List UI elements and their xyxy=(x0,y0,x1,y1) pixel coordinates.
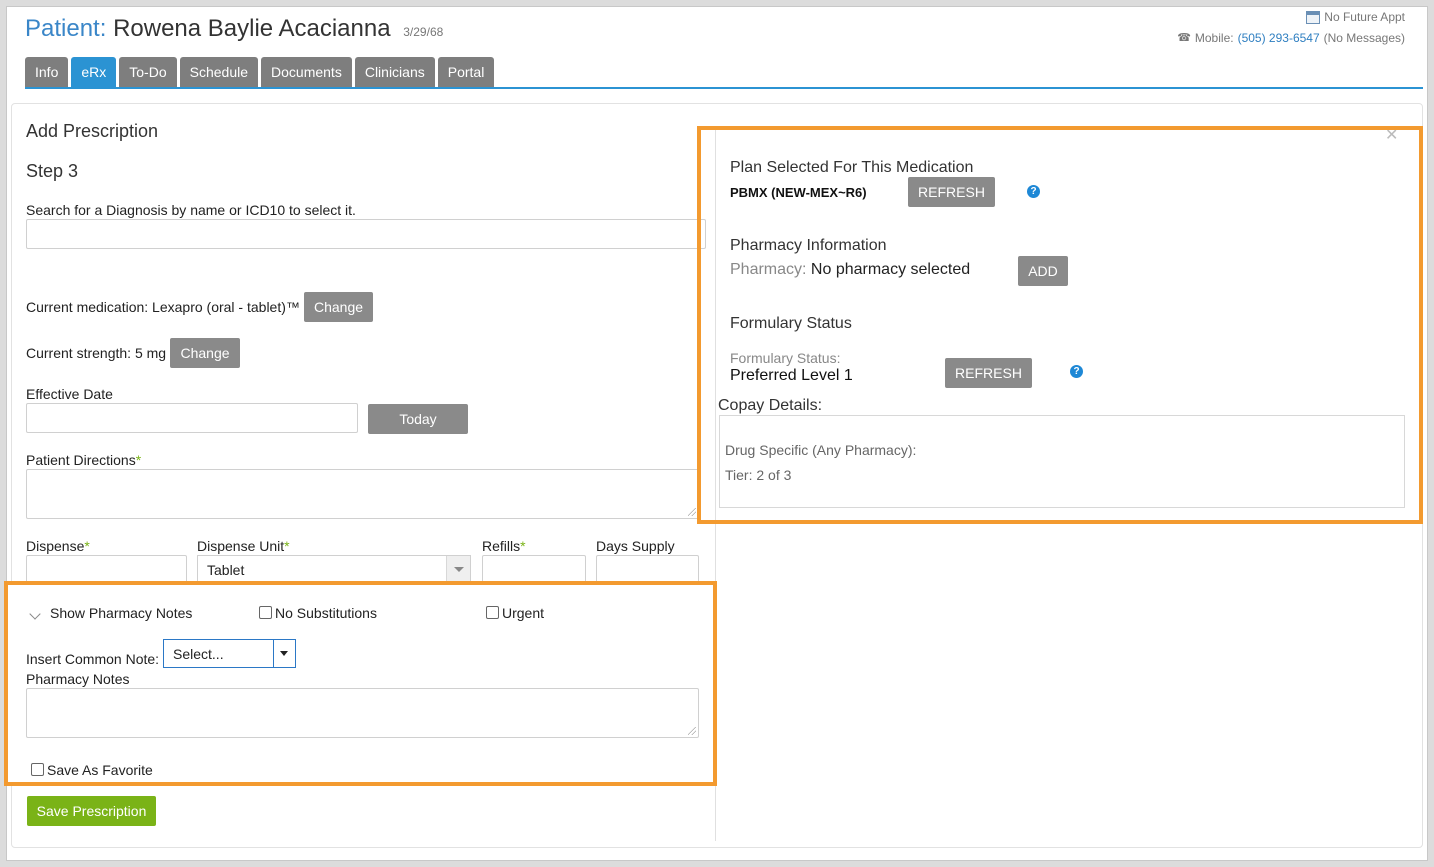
tab-clinicians[interactable]: Clinicians xyxy=(354,57,435,87)
app-window: Patient: Rowena Baylie Acacianna 3/29/68… xyxy=(4,6,1428,861)
urgent-checkbox[interactable] xyxy=(486,606,499,619)
required-mark: * xyxy=(84,538,90,554)
appt-status: No Future Appt xyxy=(1324,10,1405,24)
form-title: Add Prescription xyxy=(26,121,159,141)
formulary-status-value: Preferred Level 1 xyxy=(730,367,853,384)
tab-todo[interactable]: To-Do xyxy=(119,57,177,87)
tab-bar: Info eRx To-Do Schedule Documents Clinic… xyxy=(25,57,495,87)
dispense-unit-label: Dispense Unit* xyxy=(197,538,290,554)
copay-line-1: Drug Specific (Any Pharmacy): xyxy=(725,442,917,458)
pharmacy-notes-label: Pharmacy Notes xyxy=(26,671,130,687)
formulary-heading: Formulary Status xyxy=(730,315,852,332)
dispense-unit-select[interactable]: Tablet xyxy=(197,555,471,583)
mobile-label: Mobile: xyxy=(1194,31,1234,45)
tab-portal[interactable]: Portal xyxy=(437,57,495,87)
show-pharmacy-notes-toggle[interactable]: Show Pharmacy Notes xyxy=(50,605,192,621)
dispense-unit-text: Dispense Unit xyxy=(197,538,285,554)
tab-schedule[interactable]: Schedule xyxy=(179,57,259,87)
today-button[interactable]: Today xyxy=(368,404,468,434)
chevron-down-icon xyxy=(446,556,470,582)
common-note-value: Select... xyxy=(173,646,224,662)
diagnosis-search-input[interactable] xyxy=(26,219,706,249)
required-mark: * xyxy=(520,538,526,554)
pharmacy-notes-textarea[interactable] xyxy=(26,688,699,738)
dispense-input[interactable] xyxy=(26,555,187,583)
patient-name: Rowena Baylie Acacianna xyxy=(113,15,391,42)
effective-date-input[interactable] xyxy=(26,403,358,433)
days-supply-input[interactable] xyxy=(596,555,699,583)
current-strength-label: Current strength: 5 mg xyxy=(26,345,167,361)
header-info: No Future Appt ☎ Mobile: (505) 293-6547 … xyxy=(1177,7,1405,49)
patient-label: Patient: xyxy=(25,15,107,42)
tab-underline xyxy=(25,87,1423,89)
copay-line-2: Tier: 2 of 3 xyxy=(725,467,792,483)
no-substitutions-label: No Substitutions xyxy=(275,605,377,621)
pharmacy-value: No pharmacy selected xyxy=(810,261,971,278)
save-prescription-button[interactable]: Save Prescription xyxy=(27,796,156,826)
formulary-status-label: Formulary Status: xyxy=(730,350,841,366)
refills-input[interactable] xyxy=(482,555,586,583)
pharmacy-label: Pharmacy: xyxy=(730,261,807,278)
effective-date-label: Effective Date xyxy=(26,386,113,402)
resize-handle-icon[interactable] xyxy=(688,508,696,516)
formulary-refresh-button[interactable]: REFRESH xyxy=(945,358,1032,388)
mobile-number-link[interactable]: (505) 293-6547 xyxy=(1238,27,1320,49)
copay-details-box: Drug Specific (Any Pharmacy): Tier: 2 of… xyxy=(719,415,1405,508)
patient-directions-textarea[interactable] xyxy=(26,469,699,519)
tab-documents[interactable]: Documents xyxy=(261,57,352,87)
dispense-label: Dispense* xyxy=(26,538,90,554)
patient-dob: 3/29/68 xyxy=(403,25,444,39)
add-pharmacy-button[interactable]: ADD xyxy=(1018,256,1068,286)
plan-heading: Plan Selected For This Medication xyxy=(730,159,974,176)
plan-value: PBMX (NEW-MEX~R6) xyxy=(730,185,867,200)
formulary-help-icon[interactable]: ? xyxy=(1070,365,1083,378)
calendar-icon xyxy=(1306,10,1321,24)
refills-text: Refills xyxy=(482,538,521,554)
copay-heading: Copay Details: xyxy=(718,397,823,414)
step-label: Step 3 xyxy=(26,161,79,181)
required-mark: * xyxy=(284,538,290,554)
messages-status: (No Messages) xyxy=(1323,31,1405,45)
urgent-label: Urgent xyxy=(502,605,545,621)
patient-title: Patient: Rowena Baylie Acacianna 3/29/68 xyxy=(25,15,443,43)
save-as-favorite-checkbox[interactable] xyxy=(31,763,44,776)
no-substitutions-checkbox[interactable] xyxy=(259,606,272,619)
diagnosis-label: Search for a Diagnosis by name or ICD10 … xyxy=(26,202,356,218)
change-strength-button[interactable]: Change xyxy=(170,338,240,368)
pharmacy-line: Pharmacy: No pharmacy selected xyxy=(730,261,970,279)
phone-icon: ☎ xyxy=(1177,32,1191,44)
pharmacy-heading: Pharmacy Information xyxy=(730,237,887,254)
resize-handle-icon[interactable] xyxy=(688,727,696,735)
dispense-unit-value: Tablet xyxy=(207,562,245,578)
days-supply-label: Days Supply xyxy=(596,538,675,554)
save-as-favorite-label: Save As Favorite xyxy=(47,762,153,778)
common-note-select[interactable]: Select... xyxy=(163,639,296,668)
change-medication-button[interactable]: Change xyxy=(304,292,373,322)
patient-directions-label: Patient Directions* xyxy=(26,452,141,468)
current-medication-label: Current medication: Lexapro (oral - tabl… xyxy=(26,299,300,315)
insert-common-note-label: Insert Common Note: xyxy=(26,651,160,667)
tab-info[interactable]: Info xyxy=(25,57,69,87)
plan-refresh-button[interactable]: REFRESH xyxy=(908,177,995,207)
plan-help-icon[interactable]: ? xyxy=(1027,185,1040,198)
tab-erx[interactable]: eRx xyxy=(71,57,117,87)
patient-directions-text: Patient Directions xyxy=(26,452,136,468)
refills-label: Refills* xyxy=(482,538,526,554)
dispense-text: Dispense xyxy=(26,538,85,554)
caret-down-icon xyxy=(273,640,295,667)
required-mark: * xyxy=(135,452,142,468)
